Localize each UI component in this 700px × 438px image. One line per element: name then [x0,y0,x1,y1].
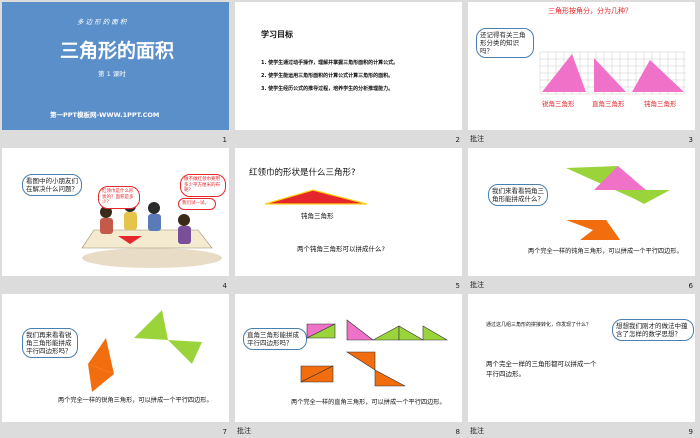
slide-caption: 两个完全一样的三角形都可以拼成一个平行四边形。 [486,360,597,378]
speech-bubble: 做不做红领巾要用多少平方厘米的布呢？ [180,174,226,197]
slide-2: 学习目标 1. 使学生通过动手操作，理解并掌握三角形面积的计算公式。 2. 使学… [235,2,462,130]
speech-bubble: 红领巾是什么形状的？面积是多少？ [98,186,140,209]
slide-number: 3 [688,136,693,144]
slide-thumb-5[interactable]: 红领巾的形状是什么三角形? 钝角三角形 两个钝角三角形可以拼成什么? 5 [233,146,466,292]
slide-9: 通过这几组三角形的拼接转化，你发现了什么？ 想想我们刚才的做法中蕴含了怎样的数学… [468,294,695,422]
annotation-label: 批注 [470,427,484,435]
right-triangle [374,369,406,387]
goals-heading: 学习目标 [261,30,293,39]
obtuse-triangle [618,190,670,204]
slide-kicker: 多 边 形 的 面 积 [77,18,127,26]
triangle-label: 钝角三角形 [644,100,677,108]
slide-8: 直角三角形能拼成平行四边形吗？ 两个完全一样的直角三角形，可以拼成一个平行四边形… [235,294,462,422]
slide-7: 我们再来看看锐角三角形能拼成平行四边形吗？ 两个完全一样的锐角三角形，可以拼成一… [2,294,229,422]
slide-thumb-2[interactable]: 学习目标 1. 使学生通过动手操作，理解并掌握三角形面积的计算公式。 2. 使学… [233,0,466,146]
annotation-label: 批注 [237,427,251,435]
triangle-label: 直角三角形 [592,100,625,108]
annotation-label: 批注 [470,281,484,289]
slide-caption: 两个完全一样的锐角三角形，可以拼成一个平行四边形。 [58,397,213,404]
right-triangle [372,325,400,341]
slide-caption: 两个钝角三角形可以拼成什么? [297,245,385,253]
right-triangle [346,319,374,341]
brand-text: 第一PPT模板网-WWW.1PPT.COM [50,111,160,119]
slide-1: 多 边 形 的 面 积 三角形的面积 第 1 课时 第一PPT模板网-WWW.1… [2,2,229,130]
slide-number: 5 [455,282,460,290]
goal-item: 3. 使学生经历公式的推导过程，培养学生的分析推理能力。 [261,86,394,92]
slide-number: 8 [455,428,460,436]
slide-number: 6 [688,282,693,290]
slide-number: 4 [222,282,227,290]
acute-triangle [134,310,168,340]
slide-caption: 两个完全一样的直角三角形，可以拼成一个平行四边形。 [291,399,446,406]
slide-6: 我们来看看钝角三角形能拼成什么？ 两个完全一样的钝角三角形，可以拼成一个平行四边… [468,148,695,276]
slide-number: 2 [455,136,460,144]
slide-thumb-3[interactable]: 三角形按角分，分为几种？ 还记得有关三角形分类的知识吗？ 锐角三角形 直角三角形… [466,0,699,146]
slide-title: 三角形的面积 [60,40,175,62]
goal-item: 2. 使学生能运用三角形面积的计算公式计算三角形的面积。 [261,73,394,79]
triangle-grid-figure [539,51,686,95]
slide-number: 1 [222,136,227,144]
right-triangle [422,325,449,341]
triangle-label: 锐角三角形 [542,100,575,108]
slide-thumb-1[interactable]: 多 边 形 的 面 积 三角形的面积 第 1 课时 第一PPT模板网-WWW.1… [0,0,233,146]
obtuse-triangles-figure [566,166,670,240]
slide-thumb-6[interactable]: 我们来看看钝角三角形能拼成什么？ 两个完全一样的钝角三角形，可以拼成一个平行四边… [466,146,699,292]
annotation-label: 批注 [470,135,484,143]
goal-item: 1. 使学生通过动手操作，理解并掌握三角形面积的计算公式。 [261,60,399,66]
slide-thumb-8[interactable]: 直角三角形能拼成平行四边形吗？ 两个完全一样的直角三角形，可以拼成一个平行四边形… [233,292,466,438]
acute-triangle [168,340,202,364]
slide-4: 看图中的小朋友们在解决什么问题？ 红领巾是什么形状的？面积是多少？ 做不做红领巾… [2,148,229,276]
right-triangle [345,351,376,371]
classroom-illustration [81,200,222,268]
speech-bubble: 想想我们刚才的做法中蕴含了怎样的数学思想？ [612,319,694,342]
slide-thumb-7[interactable]: 我们再来看看锐角三角形能拼成平行四边形吗？ 两个完全一样的锐角三角形，可以拼成一… [0,292,233,438]
slide-caption: 两个完全一样的钝角三角形，可以拼成一个平行四边形。 [528,248,683,255]
slide-thumb-4[interactable]: 看图中的小朋友们在解决什么问题？ 红领巾是什么形状的？面积是多少？ 做不做红领巾… [0,146,233,292]
triangle-label: 钝角三角形 [301,212,334,220]
obtuse-triangle [264,189,368,205]
slide-thumb-9[interactable]: 通过这几组三角形的拼接转化，你发现了什么？ 想想我们刚才的做法中蕴含了怎样的数学… [466,292,699,438]
slide-prompt: 通过这几组三角形的拼接转化，你发现了什么？ [486,322,592,328]
slide-3: 三角形按角分，分为几种？ 还记得有关三角形分类的知识吗？ 锐角三角形 直角三角形… [468,2,695,130]
red-scarf-figure [264,189,368,205]
right-triangle [398,325,425,341]
slide-5: 红领巾的形状是什么三角形? 钝角三角形 两个钝角三角形可以拼成什么? [235,148,462,276]
slide-number: 9 [688,428,693,436]
slide-number: 7 [222,428,227,436]
lesson-label: 第 1 课时 [98,70,126,78]
speech-bubble: 我们试一试。 [178,198,216,210]
